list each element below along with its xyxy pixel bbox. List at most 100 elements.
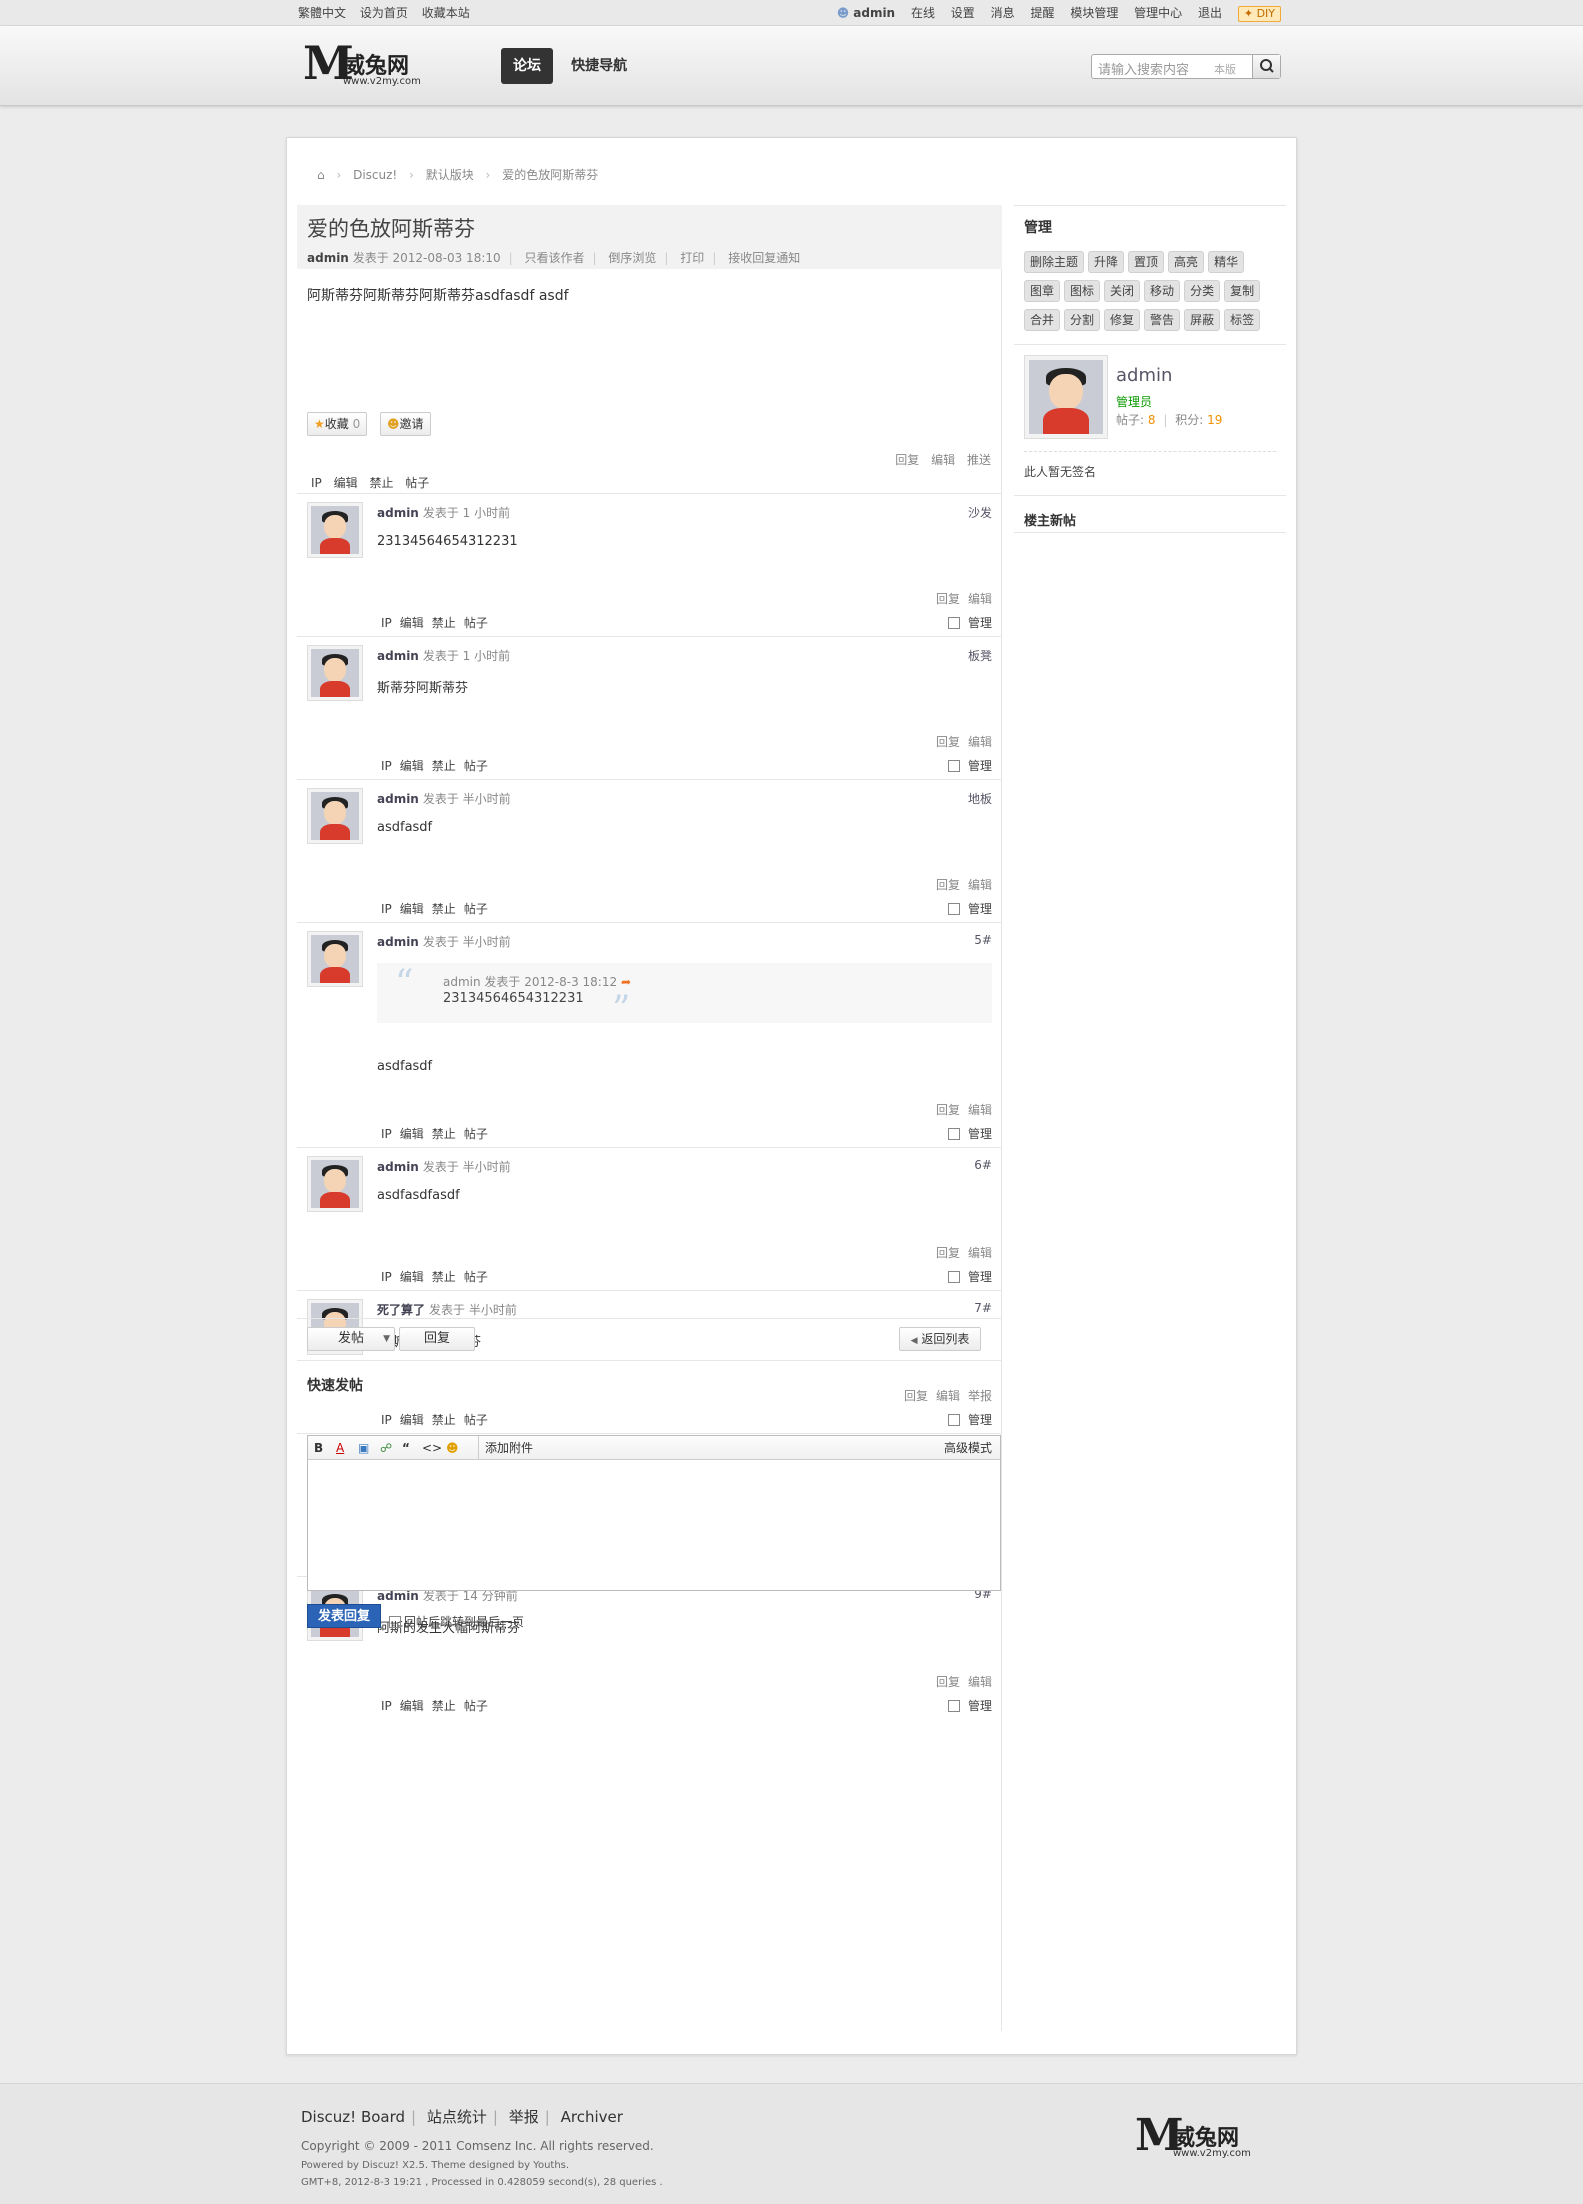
online-link[interactable]: 在线: [911, 6, 935, 20]
settings-link[interactable]: 设置: [951, 6, 975, 20]
manage-tag-button[interactable]: 警告: [1144, 309, 1181, 331]
manage-tag-button[interactable]: 高亮: [1168, 251, 1205, 273]
manage-tag-button[interactable]: 删除主题: [1024, 251, 1085, 273]
ip-link[interactable]: IP: [381, 1699, 392, 1713]
manage-tag-button[interactable]: 图标: [1064, 280, 1101, 302]
notifications-link[interactable]: 提醒: [1030, 6, 1054, 20]
manage-toggle[interactable]: 管理: [947, 614, 992, 631]
new-post-button[interactable]: 发帖 ▼: [307, 1327, 395, 1351]
manage-tag-button[interactable]: 升降: [1088, 251, 1125, 273]
avatar[interactable]: [307, 645, 363, 701]
search-input[interactable]: 请输入搜索内容: [1098, 59, 1189, 78]
edit-link[interactable]: 编辑: [968, 1103, 992, 1117]
ip-posts-link[interactable]: 帖子: [464, 1413, 488, 1427]
image-icon[interactable]: ▣: [358, 1436, 369, 1460]
reverse-order-link[interactable]: 倒序浏览: [608, 251, 656, 265]
reply-link[interactable]: 回复: [895, 453, 919, 467]
ip-link[interactable]: IP: [381, 902, 392, 916]
ip-edit-link[interactable]: 编辑: [400, 1127, 424, 1141]
jump-checkbox[interactable]: [389, 1616, 401, 1628]
reply-link[interactable]: 回复: [936, 878, 960, 892]
home-icon[interactable]: ⌂: [317, 168, 325, 182]
manage-tag-button[interactable]: 标签: [1224, 309, 1261, 331]
post-author[interactable]: 死了算了: [377, 1303, 425, 1317]
search-scope[interactable]: 本版: [1214, 61, 1236, 77]
ip-posts-link[interactable]: 帖子: [464, 1270, 488, 1284]
floor-number[interactable]: 5#: [974, 933, 992, 947]
manage-checkbox[interactable]: [947, 903, 960, 915]
submit-reply-button[interactable]: 发表回复: [307, 1604, 381, 1628]
user-link[interactable]: admin: [853, 6, 895, 20]
ip-edit-link[interactable]: 编辑: [334, 476, 358, 490]
jump-icon[interactable]: ➦: [621, 975, 631, 989]
footer-archiver-link[interactable]: Archiver: [561, 2108, 623, 2126]
manage-tag-button[interactable]: 分割: [1064, 309, 1101, 331]
edit-link[interactable]: 编辑: [968, 1246, 992, 1260]
ip-link[interactable]: IP: [381, 616, 392, 630]
invite-button[interactable]: ☻邀请: [380, 412, 431, 436]
smiley-icon[interactable]: ☻: [446, 1436, 459, 1460]
push-link[interactable]: 推送: [967, 453, 991, 467]
set-homepage-link[interactable]: 设为首页: [360, 6, 408, 20]
manage-toggle[interactable]: 管理: [947, 900, 992, 917]
edit-link[interactable]: 编辑: [968, 592, 992, 606]
attach-link[interactable]: 添加附件: [478, 1436, 533, 1460]
reply-link[interactable]: 回复: [936, 1103, 960, 1117]
floor-number[interactable]: 7#: [974, 1301, 992, 1315]
jump-last-option[interactable]: 回帖后跳转到最后一页: [389, 1613, 524, 1630]
manage-tag-button[interactable]: 图章: [1024, 280, 1061, 302]
reply-link[interactable]: 回复: [904, 1389, 928, 1403]
footer-logo[interactable]: M 威兔网 www.v2my.com: [1135, 2114, 1265, 2164]
manage-toggle[interactable]: 管理: [947, 1125, 992, 1142]
manage-tag-button[interactable]: 屏蔽: [1184, 309, 1221, 331]
nav-forum[interactable]: 论坛: [501, 48, 553, 84]
manage-checkbox[interactable]: [947, 1414, 960, 1426]
ip-ban-link[interactable]: 禁止: [432, 1270, 456, 1284]
reply-link[interactable]: 回复: [936, 1675, 960, 1689]
ip-edit-link[interactable]: 编辑: [400, 902, 424, 916]
edit-link[interactable]: 编辑: [968, 735, 992, 749]
post-author[interactable]: admin: [377, 649, 419, 663]
floor-number[interactable]: 6#: [974, 1158, 992, 1172]
diy-button[interactable]: ✦ DIY: [1237, 6, 1281, 22]
manage-toggle[interactable]: 管理: [947, 757, 992, 774]
ip-link[interactable]: IP: [381, 1270, 392, 1284]
post-author[interactable]: admin: [377, 935, 419, 949]
ip-ban-link[interactable]: 禁止: [432, 902, 456, 916]
manage-toggle[interactable]: 管理: [947, 1697, 992, 1714]
floor-number[interactable]: 地板: [968, 790, 992, 807]
manage-checkbox[interactable]: [947, 1271, 960, 1283]
reply-button[interactable]: 回复: [399, 1327, 475, 1351]
breadcrumb-forum[interactable]: Discuz!: [353, 168, 397, 182]
ip-ban-link[interactable]: 禁止: [432, 616, 456, 630]
ip-link[interactable]: IP: [381, 1127, 392, 1141]
post-author[interactable]: admin: [377, 506, 419, 520]
avatar[interactable]: [307, 1156, 363, 1212]
ip-edit-link[interactable]: 编辑: [400, 759, 424, 773]
only-author-link[interactable]: 只看该作者: [525, 251, 585, 265]
messages-link[interactable]: 消息: [991, 6, 1015, 20]
ip-link[interactable]: IP: [311, 476, 322, 490]
avatar[interactable]: [307, 502, 363, 558]
logout-link[interactable]: 退出: [1198, 6, 1222, 20]
edit-link[interactable]: 编辑: [931, 453, 955, 467]
manage-checkbox[interactable]: [947, 617, 960, 629]
footer-stats-link[interactable]: 站点统计: [427, 2108, 487, 2126]
favorite-button[interactable]: ★收藏 0: [307, 412, 368, 436]
print-link[interactable]: 打印: [680, 251, 704, 265]
edit-link[interactable]: 编辑: [968, 878, 992, 892]
post-author[interactable]: admin: [377, 1160, 419, 1174]
manage-tag-button[interactable]: 合并: [1024, 309, 1061, 331]
avatar[interactable]: [307, 788, 363, 844]
quote-icon[interactable]: “: [402, 1436, 410, 1460]
ip-ban-link[interactable]: 禁止: [432, 1699, 456, 1713]
manage-tag-button[interactable]: 精华: [1208, 251, 1245, 273]
ip-ban-link[interactable]: 禁止: [432, 759, 456, 773]
ip-posts-link[interactable]: 帖子: [464, 759, 488, 773]
breadcrumb-thread[interactable]: 爱的色放阿斯蒂芬: [502, 168, 598, 182]
author-name[interactable]: admin: [1116, 365, 1172, 386]
search-button[interactable]: [1252, 55, 1280, 78]
edit-link[interactable]: 编辑: [936, 1389, 960, 1403]
floor-number[interactable]: 板凳: [968, 647, 992, 664]
ip-edit-link[interactable]: 编辑: [400, 1413, 424, 1427]
